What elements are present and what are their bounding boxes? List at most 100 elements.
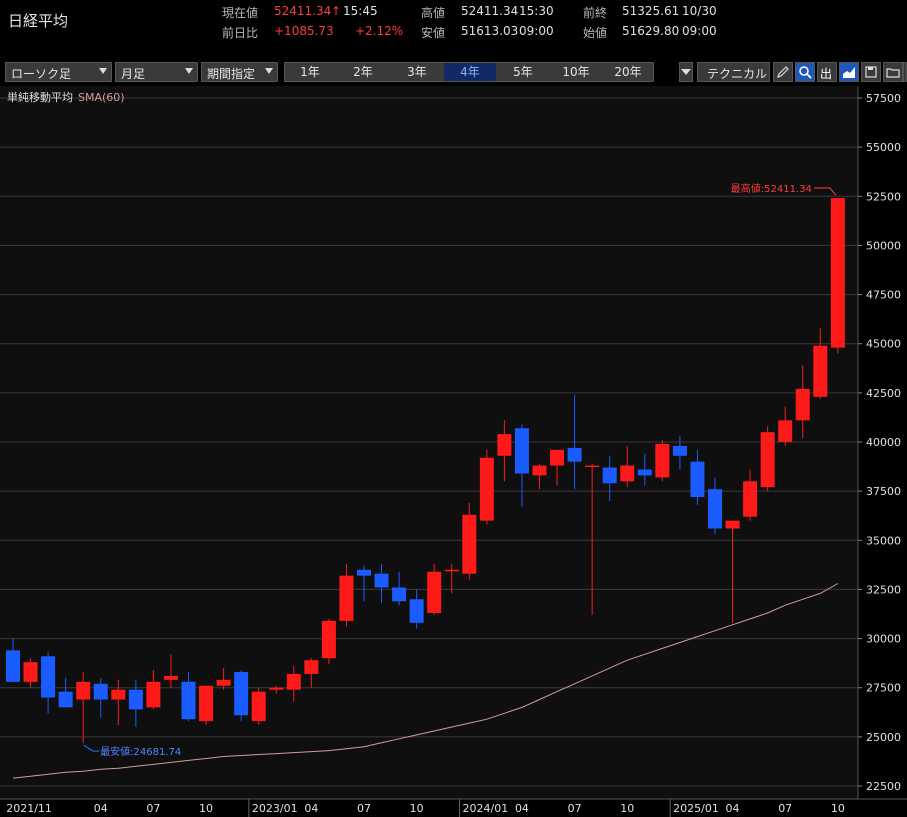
candle-body: [778, 420, 793, 442]
save-button[interactable]: [861, 62, 881, 82]
min-annotation: 最安値:24681.74: [100, 745, 181, 758]
period-4y-button[interactable]: 4年: [444, 63, 496, 81]
candle-up: [321, 618, 336, 665]
x-tick-label: 07: [146, 802, 160, 815]
interval-label: 月足: [121, 67, 146, 81]
output-icon: 出: [820, 67, 833, 81]
period-2y-button[interactable]: 2年: [337, 63, 389, 81]
period-buttons: 1年 2年 3年 4年 5年 10年 20年: [284, 62, 654, 82]
candle-body: [128, 689, 143, 710]
high-label: 高値: [421, 6, 446, 20]
candle-body: [743, 481, 758, 517]
x-tick-label: 07: [357, 802, 371, 815]
candle-body: [163, 675, 178, 680]
high-value: 52411.34: [461, 4, 519, 18]
technical-button[interactable]: テクニカル: [697, 62, 770, 82]
x-tick-label: 04: [94, 802, 108, 815]
candle-body: [620, 465, 635, 482]
candle-body: [725, 520, 740, 529]
candle-body: [286, 673, 301, 690]
area-chart-button[interactable]: [839, 62, 859, 82]
x-tick-label: 04: [726, 802, 740, 815]
x-axis: 2021/11 04 07 10 2023/01 04 07 10 2024/01 04 07 10 2…: [6, 802, 845, 815]
y-tick-label: 37500: [866, 485, 901, 498]
candle-body: [41, 656, 56, 698]
y-tick-label: 32500: [866, 583, 901, 596]
candle-body: [234, 671, 249, 716]
x-tick-label: 2025/01: [673, 802, 719, 815]
candle-body: [795, 388, 810, 421]
x-tick-label: 2021/11: [6, 802, 52, 815]
low-value: 51613.03: [461, 24, 519, 38]
prev-close-label: 前終: [583, 6, 608, 20]
y-tick-label: 52500: [866, 190, 901, 203]
open-time: 09:00: [682, 24, 717, 38]
candle-body: [462, 514, 477, 574]
period-3y-button[interactable]: 3年: [391, 63, 443, 81]
candle-body: [23, 662, 38, 682]
candle-body: [339, 575, 354, 621]
candle-body: [830, 198, 845, 348]
candle-body: [497, 434, 512, 456]
candle-body: [444, 569, 459, 572]
zoom-icon: [799, 66, 812, 79]
low-label: 安値: [421, 26, 446, 40]
zoom-button[interactable]: [795, 62, 815, 82]
candle-body: [708, 489, 722, 529]
period-5y-button[interactable]: 5年: [497, 63, 549, 81]
candle-body: [585, 465, 600, 468]
period-select[interactable]: 期間指定: [201, 62, 278, 82]
candle-body: [58, 691, 73, 708]
candle-body: [690, 461, 705, 498]
prev-close-value: 51325.61: [622, 4, 680, 18]
low-time: 09:00: [519, 24, 554, 38]
candle-body: [76, 681, 91, 700]
candle-up: [830, 198, 845, 354]
pencil-button[interactable]: [773, 62, 793, 82]
current-price-label: 現在値: [222, 6, 259, 20]
period-20y-button[interactable]: 20年: [603, 63, 653, 81]
y-axis: 22500 25000 27500 30000 32500 35000 37500 40000…: [858, 92, 901, 793]
up-arrow-icon: ↑: [331, 4, 342, 18]
candle-body: [409, 599, 424, 623]
candlestick-chart: 22500 25000 27500 30000 32500 35000 37500 40000…: [0, 86, 907, 817]
dropdown-button[interactable]: [679, 62, 693, 82]
current-price-value: 52411.34: [274, 4, 332, 18]
candle-body: [602, 467, 617, 484]
y-tick-label: 30000: [866, 633, 901, 646]
candle-body: [637, 469, 652, 476]
period-10y-button[interactable]: 10年: [550, 63, 602, 81]
candle-body: [550, 449, 565, 466]
folder-button[interactable]: [883, 62, 903, 82]
y-tick-label: 25000: [866, 731, 901, 744]
candle-body: [304, 660, 319, 674]
candle-body: [655, 443, 670, 478]
candle-body: [760, 432, 775, 488]
candle-body: [269, 687, 284, 690]
chevron-down-icon: [185, 68, 193, 74]
indicator-label: 単純移動平均: [7, 90, 73, 104]
dropdown-icon: [681, 69, 691, 75]
folder-icon: [886, 68, 900, 78]
area-chart-icon: [843, 67, 855, 78]
x-tick-label: 10: [410, 802, 424, 815]
x-tick-label: 07: [778, 802, 792, 815]
candle-body: [181, 681, 196, 720]
chart-type-select[interactable]: ローソク足: [5, 62, 112, 82]
candle-body: [251, 691, 266, 722]
change-percent: +2.12%: [355, 24, 404, 38]
chart-toolbar: ローソク足 月足 期間指定 1年 2年 3年 4年 5年 10年 20年 テクニ…: [0, 60, 907, 84]
candle-body: [146, 681, 161, 708]
y-tick-label: 40000: [866, 436, 901, 449]
max-annotation: 最高値:52411.34: [731, 182, 812, 195]
candle-up: [479, 449, 494, 525]
output-button[interactable]: 出: [817, 62, 837, 82]
candle-body: [392, 587, 407, 602]
x-tick-label: 04: [515, 802, 529, 815]
interval-select[interactable]: 月足: [115, 62, 198, 82]
candle-body: [216, 679, 231, 686]
current-price-time: 15:45: [343, 4, 378, 18]
period-1y-button[interactable]: 1年: [285, 63, 335, 81]
change-label: 前日比: [222, 26, 259, 40]
new-window-button[interactable]: [903, 62, 907, 82]
